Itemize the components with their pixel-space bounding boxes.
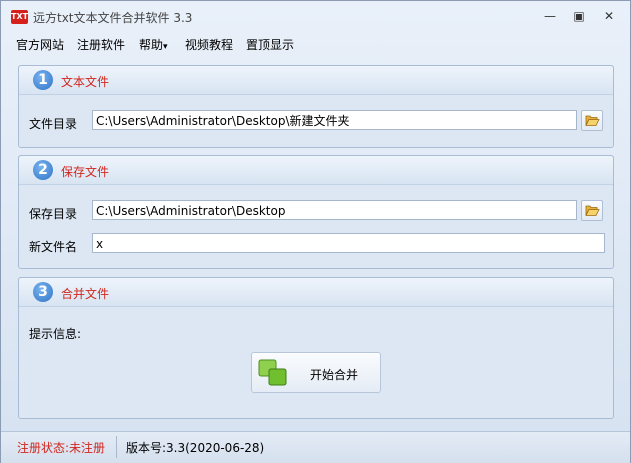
save-dir-label: 保存目录 [29, 207, 78, 221]
panel-title: 合并文件 [61, 287, 110, 301]
app-window: TXT 远方txt文本文件合并软件 3.3 — ▣ ✕ 官方网站 注册软件 帮助… [0, 0, 631, 463]
panel-header: 3 合并文件 [19, 278, 613, 307]
start-merge-label: 开始合并 [310, 368, 359, 382]
text-files-panel: 1 文本文件 文件目录 C:\Users\Administrator\Deskt… [18, 65, 614, 148]
source-dir-label: 文件目录 [29, 117, 78, 131]
chevron-down-icon: ▾ [163, 42, 168, 52]
folder-open-icon [585, 205, 600, 216]
menu-help[interactable]: 帮助▾ [139, 36, 168, 53]
source-dir-input[interactable]: C:\Users\Administrator\Desktop\新建文件夹 [92, 110, 577, 130]
panel-header: 2 保存文件 [19, 156, 613, 185]
version-text: 版本号:3.3(2020-06-28) [126, 441, 265, 455]
menu-bar: 官方网站 注册软件 帮助▾ 视频教程 置顶显示 [1, 34, 630, 56]
step-number-badge: 1 [33, 70, 53, 90]
panel-title: 保存文件 [61, 165, 110, 179]
minimize-button[interactable]: — [539, 7, 561, 25]
title-bar[interactable]: TXT 远方txt文本文件合并软件 3.3 — ▣ ✕ [1, 1, 630, 33]
folder-open-icon [585, 115, 600, 126]
start-merge-button[interactable]: 开始合并 [251, 352, 381, 393]
maximize-button[interactable]: ▣ [568, 7, 590, 25]
step-number-badge: 3 [33, 282, 53, 302]
menu-video-tutorial[interactable]: 视频教程 [185, 36, 233, 53]
save-file-panel: 2 保存文件 保存目录 C:\Users\Administrator\Deskt… [18, 155, 614, 269]
info-label: 提示信息: [29, 327, 82, 341]
registration-status: 注册状态:未注册 [17, 441, 106, 455]
menu-help-label: 帮助 [139, 38, 164, 52]
status-separator [116, 436, 117, 458]
menu-register[interactable]: 注册软件 [77, 36, 125, 53]
merge-files-panel: 3 合并文件 提示信息: [18, 277, 614, 419]
browse-source-button[interactable] [581, 110, 603, 131]
app-logo-icon: TXT [11, 10, 28, 24]
panel-title: 文本文件 [61, 75, 110, 89]
step-number-badge: 2 [33, 160, 53, 180]
menu-official-site[interactable]: 官方网站 [16, 36, 64, 53]
save-dir-input[interactable]: C:\Users\Administrator\Desktop [92, 200, 577, 220]
merge-icon [258, 359, 287, 386]
new-filename-input[interactable]: x [92, 233, 605, 253]
panel-header: 1 文本文件 [19, 66, 613, 95]
status-bar: 注册状态:未注册 版本号:3.3(2020-06-28) [1, 431, 630, 463]
menu-pin-top[interactable]: 置顶显示 [246, 36, 294, 53]
close-button[interactable]: ✕ [598, 7, 620, 25]
new-filename-label: 新文件名 [29, 240, 78, 254]
window-title: 远方txt文本文件合并软件 3.3 [33, 11, 193, 25]
browse-save-button[interactable] [581, 200, 603, 221]
